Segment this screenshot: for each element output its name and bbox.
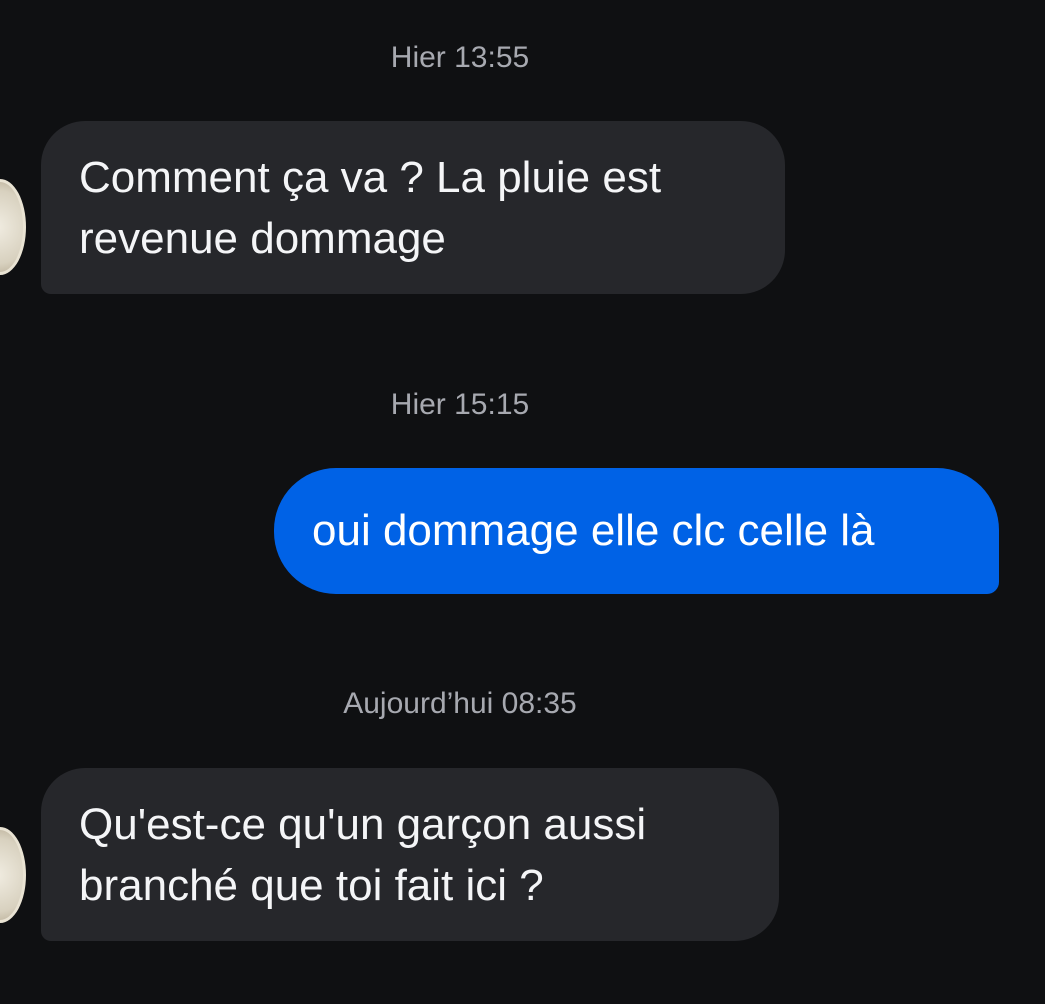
message-timestamp: Aujourd’hui 08:35 xyxy=(343,687,577,720)
chat-thread: Hier 13:55 Comment ça va ? La pluie est … xyxy=(0,0,1045,1004)
message-text-line: Qu'est-ce qu'un garçon aussi xyxy=(79,800,647,849)
message-text-line: oui dommage elle clc celle là xyxy=(312,506,875,555)
incoming-message-bubble[interactable]: Comment ça va ? La pluie est revenue dom… xyxy=(41,121,785,294)
avatar-icon[interactable] xyxy=(0,179,26,275)
message-text-line: branché que toi fait ici ? xyxy=(79,861,544,910)
message-text-line: revenue dommage xyxy=(79,214,446,263)
incoming-message-bubble[interactable]: Qu'est-ce qu'un garçon aussi branché que… xyxy=(41,768,779,941)
outgoing-message-bubble[interactable]: oui dommage elle clc celle là xyxy=(274,468,999,594)
message-timestamp: Hier 13:55 xyxy=(390,41,530,74)
message-text-line: Comment ça va ? La pluie est xyxy=(79,153,662,202)
message-timestamp: Hier 15:15 xyxy=(390,388,530,421)
avatar-icon[interactable] xyxy=(0,827,26,923)
